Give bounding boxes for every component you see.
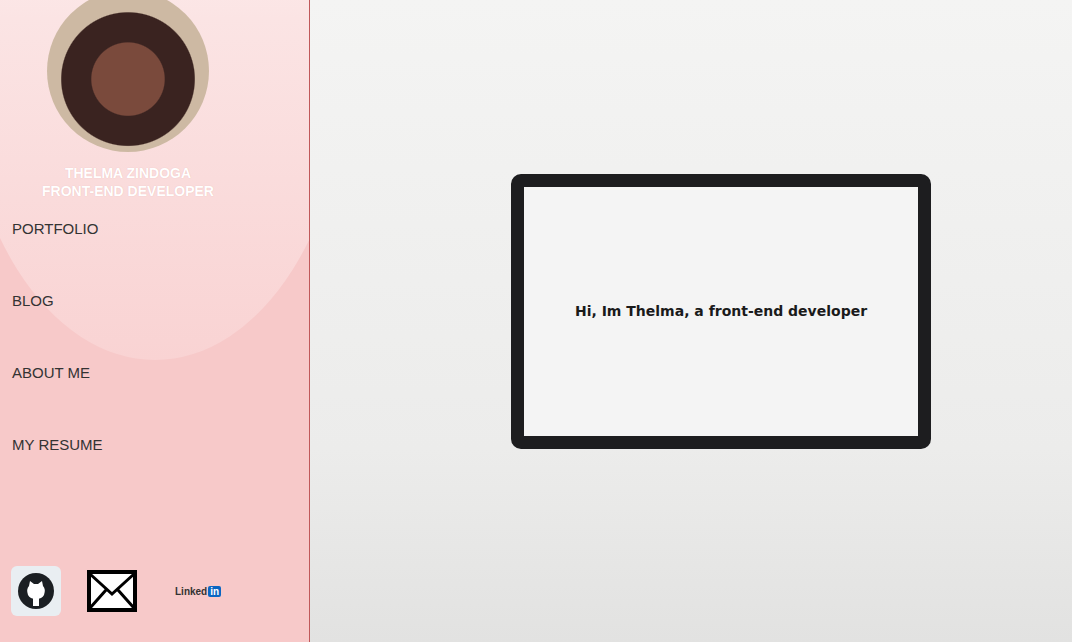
social-links: Linkedin: [0, 566, 309, 642]
profile-name: THELMA ZINDOGA: [42, 164, 214, 182]
linkedin-word: Linked: [175, 586, 207, 597]
profile-photo: [47, 0, 209, 152]
nav-item[interactable]: BLOG: [12, 292, 309, 310]
hero: Hi, Im Thelma, a front-end developer: [310, 0, 1072, 642]
github-icon[interactable]: [11, 566, 61, 616]
laptop-screen: Hi, Im Thelma, a front-end developer: [511, 174, 931, 449]
linkedin-badge: in: [208, 586, 221, 597]
profile-title: FRONT-END DEVELOPER: [42, 182, 214, 200]
sidebar-nav: PORTFOLIO BLOG ABOUT ME MY RESUME: [0, 200, 309, 454]
mail-icon[interactable]: [87, 566, 137, 616]
nav-item[interactable]: ABOUT ME: [12, 364, 309, 382]
linkedin-icon[interactable]: Linkedin: [175, 586, 221, 597]
profile: THELMA ZINDOGAFRONT-END DEVELOPER: [0, 0, 256, 200]
nav-item[interactable]: PORTFOLIO: [12, 220, 309, 238]
hero-text: Hi, Im Thelma, a front-end developer: [569, 297, 873, 325]
sidebar: THELMA ZINDOGAFRONT-END DEVELOPERPORTFOL…: [0, 0, 310, 642]
profile-caption: THELMA ZINDOGAFRONT-END DEVELOPER: [42, 164, 214, 200]
nav-item[interactable]: MY RESUME: [12, 436, 309, 454]
